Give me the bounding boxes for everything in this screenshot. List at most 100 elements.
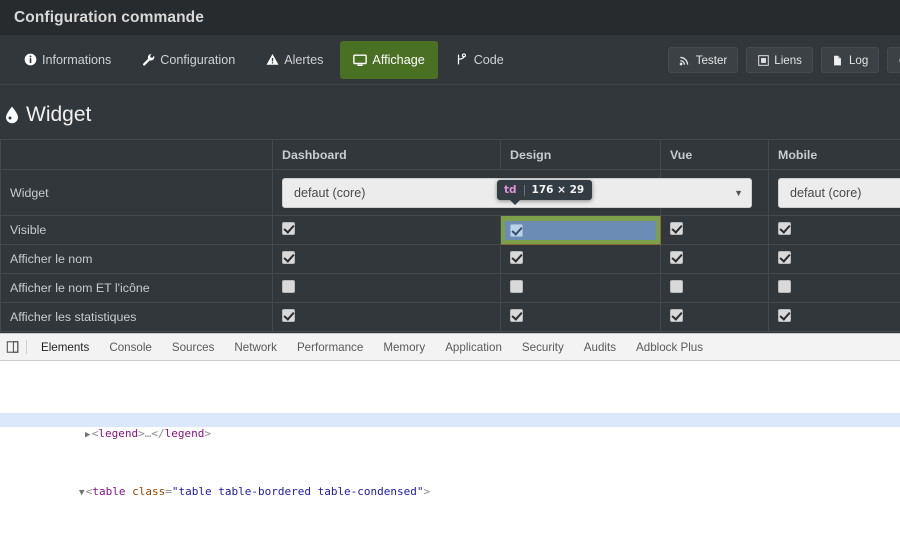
divider xyxy=(26,340,27,354)
table-head: Dashboard Design Vue Mobile xyxy=(0,139,900,170)
tab-alertes[interactable]: Alertes xyxy=(252,41,336,79)
button-label: Liens xyxy=(774,53,802,67)
checkbox-vue-nom[interactable] xyxy=(670,251,683,264)
checkbox-dashboard-visible[interactable] xyxy=(282,222,295,235)
checkbox-dashboard-stats[interactable] xyxy=(282,309,295,322)
tab-label: Code xyxy=(473,52,504,67)
checkbox-mobile-nom-icone[interactable] xyxy=(778,280,791,293)
devtools-tab-console[interactable]: Console xyxy=(99,334,162,361)
widget-settings-table: Dashboard Design Vue Mobile Widget defau… xyxy=(0,139,900,332)
row-label-widget: Widget xyxy=(0,169,273,216)
checkbox-vue-visible[interactable] xyxy=(670,222,683,235)
link-grid-icon xyxy=(757,54,769,66)
inspect-content-box xyxy=(505,220,656,240)
checkbox-dashboard-nom-icone[interactable] xyxy=(282,280,295,293)
navbar-actions: Tester Liens Log In xyxy=(667,35,900,85)
devtools-tab-application[interactable]: Application xyxy=(435,334,512,361)
widget-select-mobile[interactable]: defaut (core) ▼ xyxy=(778,177,900,208)
dom-attr-name: class xyxy=(132,484,166,498)
devtools-tab-performance[interactable]: Performance xyxy=(287,334,373,361)
devtools-tab-sources[interactable]: Sources xyxy=(162,334,225,361)
tab-label: Affichage xyxy=(372,52,425,67)
window-titlebar: Configuration commande xyxy=(0,0,900,35)
devtools-tab-security[interactable]: Security xyxy=(512,334,574,361)
row-label-statistiques: Afficher les statistiques xyxy=(0,302,273,332)
cell-dashboard-nom xyxy=(272,244,501,274)
divider xyxy=(523,184,525,196)
collapse-triangle-icon[interactable] xyxy=(78,486,86,500)
monitor-icon xyxy=(353,53,368,67)
rss-icon xyxy=(679,54,691,66)
cell-design-nom-icone xyxy=(500,273,661,303)
dom-line-legend[interactable]: <legend>…</legend> xyxy=(0,412,900,440)
checkbox-mobile-nom[interactable] xyxy=(778,251,791,264)
code-branch-icon xyxy=(455,53,469,67)
inspect-tooltip-tag: td xyxy=(504,184,517,196)
checkbox-dashboard-nom[interactable] xyxy=(282,251,295,264)
checkbox-design-stats[interactable] xyxy=(510,309,523,322)
dom-tag: legend xyxy=(164,427,205,441)
cell-dashboard-visible xyxy=(272,215,501,245)
nav-tab-list: Informations Configuration Alertes Affic… xyxy=(0,35,519,85)
checkbox-design-nom-icone[interactable] xyxy=(510,280,523,293)
table-row: Afficher le nom ET l'icône xyxy=(0,273,900,303)
dom-line-table[interactable]: <table class="table table-bordered table… xyxy=(0,470,900,498)
cell-dashboard-nom-icone xyxy=(272,273,501,303)
application-window: Configuration commande Informations Conf… xyxy=(0,0,900,333)
select-value: defaut (core) xyxy=(790,185,862,200)
row-label-visible: Visible xyxy=(0,215,273,245)
expand-triangle-icon[interactable] xyxy=(84,428,92,442)
checkbox-design-visible[interactable] xyxy=(510,223,523,237)
table-header-row: Dashboard Design Vue Mobile xyxy=(0,139,900,170)
tab-affichage[interactable]: Affichage xyxy=(340,40,438,79)
tester-button[interactable]: Tester xyxy=(667,47,739,73)
informations-button[interactable]: In xyxy=(887,47,900,73)
wrench-icon xyxy=(141,53,155,67)
checkbox-vue-stats[interactable] xyxy=(670,309,683,322)
cell-design-stats xyxy=(500,302,661,332)
info-icon xyxy=(23,53,37,67)
col-header-design: Design xyxy=(500,139,661,170)
checkbox-mobile-visible[interactable] xyxy=(778,222,791,235)
cell-vue-visible xyxy=(660,215,769,245)
checkbox-design-nom[interactable] xyxy=(510,251,523,264)
devtools-tab-adblock-plus[interactable]: Adblock Plus xyxy=(626,334,713,361)
section-heading: Widget xyxy=(0,85,900,139)
cell-mobile-nom xyxy=(768,244,900,274)
file-icon xyxy=(832,54,844,66)
dom-tree: <legend>…</legend> <table class="table t… xyxy=(0,361,900,538)
checkbox-mobile-stats[interactable] xyxy=(778,309,791,322)
cell-vue-nom-icone xyxy=(660,273,769,303)
liens-button[interactable]: Liens xyxy=(746,47,813,73)
dom-attr-value: "table table-bordered table-condensed" xyxy=(171,484,424,498)
cell-mobile-visible xyxy=(768,215,900,245)
col-header-dashboard: Dashboard xyxy=(272,139,501,170)
log-button[interactable]: Log xyxy=(820,47,880,73)
chevron-down-icon: ▼ xyxy=(734,187,743,198)
devtools-tab-memory[interactable]: Memory xyxy=(373,334,435,361)
devtools-panel: Elements Console Sources Network Perform… xyxy=(0,333,900,538)
cell-vue-nom xyxy=(660,244,769,274)
devtools-tab-elements[interactable]: Elements xyxy=(31,334,99,361)
devtools-tab-audits[interactable]: Audits xyxy=(574,334,626,361)
checkbox-vue-nom-icone[interactable] xyxy=(670,280,683,293)
row-label-afficher-nom: Afficher le nom xyxy=(0,244,273,274)
select-value: defaut (core) xyxy=(294,185,366,200)
col-header-mobile: Mobile xyxy=(768,139,900,170)
inspect-tooltip-dimensions: 176 × 29 xyxy=(531,184,585,196)
cell-dashboard-design-select: defaut (core) ▼ xyxy=(272,169,752,216)
dom-line-thead[interactable]: <thead>…</thead> xyxy=(0,528,900,538)
tab-code[interactable]: Code xyxy=(442,41,517,79)
cell-design-visible-highlighted xyxy=(500,215,661,245)
droplet-icon xyxy=(5,106,19,124)
tab-label: Alertes xyxy=(284,52,324,67)
page-title: Configuration commande xyxy=(14,8,204,26)
main-navbar: Informations Configuration Alertes Affic… xyxy=(0,35,900,85)
tab-informations[interactable]: Informations xyxy=(10,41,124,79)
cell-mobile-nom-icone xyxy=(768,273,900,303)
devtools-tab-network[interactable]: Network xyxy=(224,334,287,361)
table-row-widget: Widget defaut (core) ▼ defaut (core) ▼ xyxy=(0,169,900,216)
tab-configuration[interactable]: Configuration xyxy=(128,41,248,79)
dom-tag: legend xyxy=(98,427,139,441)
device-toolbar-icon[interactable] xyxy=(0,340,26,354)
